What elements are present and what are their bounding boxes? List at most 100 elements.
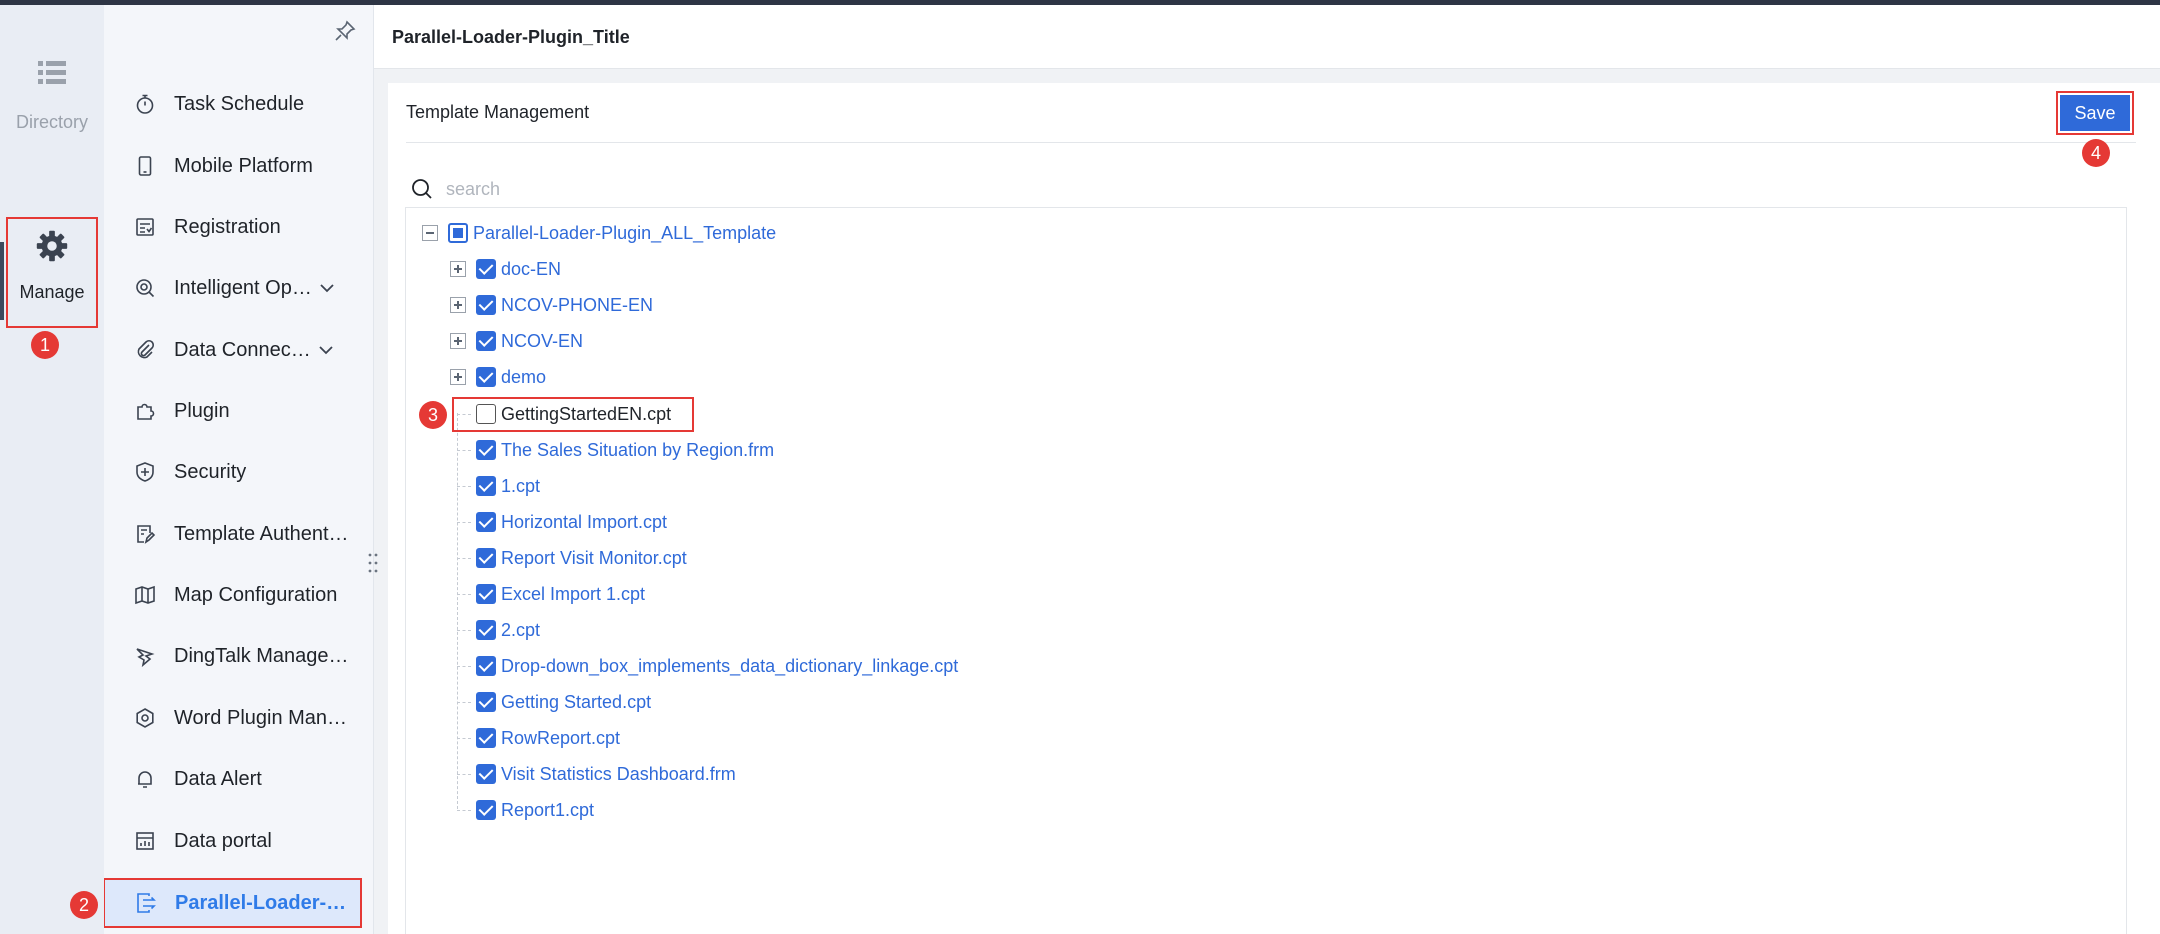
tree-file-label: Report1.cpt	[501, 799, 595, 820]
sidebar-item-partial[interactable]	[104, 5, 373, 43]
tree-file[interactable]: Report1.cpt	[476, 797, 594, 823]
tree-folder[interactable]: demo	[450, 364, 546, 390]
sidebar-item-intelligent-ops[interactable]: Intelligent Op…	[104, 259, 373, 317]
card-title: Template Management	[406, 102, 590, 122]
checkbox-checked[interactable]	[476, 512, 496, 532]
expand-icon[interactable]	[450, 369, 466, 385]
list-icon	[38, 61, 66, 84]
tree-guide-line	[457, 630, 471, 631]
checkbox-checked[interactable]	[476, 331, 496, 351]
checkbox-checked[interactable]	[476, 800, 496, 820]
sidebar-item-mobile-platform[interactable]: Mobile Platform	[104, 137, 373, 195]
tree-file[interactable]: RowReport.cpt	[476, 725, 620, 751]
parallel-loader-icon	[137, 893, 156, 913]
sidebar: Task Schedule Mobile Platform Registrati…	[104, 5, 374, 934]
tree-root[interactable]: Parallel-Loader-Plugin_ALL_Template	[422, 220, 776, 246]
tree-guide-line	[457, 558, 471, 559]
tree-file[interactable]: Getting Started.cpt	[476, 689, 651, 715]
expand-icon[interactable]	[450, 297, 466, 313]
tree-file[interactable]: 1.cpt	[476, 473, 540, 499]
expand-icon[interactable]	[450, 261, 466, 277]
sidebar-item-map-configuration[interactable]: Map Configuration	[104, 566, 373, 624]
tree-file[interactable]: Excel Import 1.cpt	[476, 581, 645, 607]
collapse-icon[interactable]	[422, 225, 438, 241]
search-icon	[412, 179, 432, 199]
checkbox-checked[interactable]	[476, 584, 496, 604]
checkbox-checked[interactable]	[476, 728, 496, 748]
rail-manage[interactable]: Manage	[6, 217, 98, 328]
save-button[interactable]: Save	[2056, 91, 2134, 135]
tree-file[interactable]: Horizontal Import.cpt	[476, 509, 667, 535]
registration-icon	[136, 218, 154, 236]
checkbox-checked[interactable]	[476, 367, 496, 387]
sidebar-item-word-plugin[interactable]: Word Plugin Man…	[104, 689, 373, 747]
sidebar-item-label: Word Plugin Man…	[174, 706, 348, 729]
sidebar-item-data-alert[interactable]: Data Alert	[104, 750, 373, 808]
tree-folder[interactable]: doc-EN	[450, 256, 561, 282]
paperclip-icon	[137, 339, 155, 359]
sidebar-item-plugin[interactable]: Plugin	[104, 382, 373, 440]
bell-icon	[138, 771, 152, 788]
checkbox-checked[interactable]	[476, 620, 496, 640]
chevron-down-icon[interactable]	[317, 341, 335, 359]
tree-folder[interactable]: NCOV-EN	[450, 328, 583, 354]
tree-file[interactable]: GettingStartedEN.cpt	[476, 401, 671, 427]
checkbox-unchecked[interactable]	[476, 404, 496, 424]
sidebar-item-task-schedule[interactable]: Task Schedule	[104, 75, 373, 133]
checkbox-checked[interactable]	[476, 259, 496, 279]
sidebar-item-label: Template Authent…	[174, 522, 349, 545]
sidebar-item-label: Registration	[174, 215, 281, 238]
resize-handle-icon[interactable]	[367, 552, 379, 574]
expand-icon[interactable]	[450, 333, 466, 349]
tree-root-label: Parallel-Loader-Plugin_ALL_Template	[473, 222, 777, 243]
checkbox-checked[interactable]	[476, 548, 496, 568]
sidebar-item-label: Map Configuration	[174, 583, 338, 606]
tree-file-label: 2.cpt	[501, 619, 541, 640]
sidebar-item-security[interactable]: Security	[104, 443, 373, 501]
gear-icon	[136, 708, 154, 728]
page-title: Parallel-Loader-Plugin_Title	[392, 27, 630, 47]
tree-file[interactable]: Drop-down_box_implements_data_dictionary…	[476, 653, 958, 679]
annotation-badge: 1	[31, 331, 59, 359]
annotation-badge: 4	[2082, 139, 2110, 167]
checkbox-checked[interactable]	[476, 295, 496, 315]
tree-file[interactable]: 2.cpt	[476, 617, 540, 643]
search-input[interactable]	[446, 178, 1046, 200]
chevron-down-icon[interactable]	[318, 279, 336, 297]
stopwatch-icon	[136, 94, 154, 114]
tree-file[interactable]: Report Visit Monitor.cpt	[476, 545, 687, 571]
tree-file-label: Drop-down_box_implements_data_dictionary…	[501, 655, 959, 676]
annotation-badge: 2	[70, 891, 98, 919]
intelligent-ops-icon	[136, 279, 155, 298]
tree-folder[interactable]: NCOV-PHONE-EN	[450, 292, 653, 318]
checkbox-partial[interactable]	[448, 223, 468, 243]
portal-icon	[136, 832, 154, 850]
mobile-icon	[138, 156, 152, 176]
checkbox-checked[interactable]	[476, 476, 496, 496]
checkbox-checked[interactable]	[476, 440, 496, 460]
checkbox-checked[interactable]	[476, 764, 496, 784]
dingtalk-icon	[136, 648, 155, 667]
sidebar-item-label: DingTalk Manage…	[174, 644, 349, 667]
sidebar-item-label: Data Alert	[174, 767, 262, 790]
tree-guide-line	[457, 774, 471, 775]
tree-file[interactable]: Visit Statistics Dashboard.frm	[476, 761, 736, 787]
tree-file[interactable]: The Sales Situation by Region.frm	[476, 437, 774, 463]
sidebar-item-label: Task Schedule	[174, 92, 305, 115]
sidebar-item-template-auth[interactable]: Template Authent…	[104, 505, 373, 563]
sidebar-item-dingtalk[interactable]: DingTalk Manage…	[104, 627, 373, 685]
tree-file-label: Getting Started.cpt	[501, 691, 652, 712]
sidebar-item-label: Mobile Platform	[174, 154, 313, 177]
sidebar-item-data-portal[interactable]: Data portal	[104, 812, 373, 870]
sidebar-item-parallel-loader[interactable]: Parallel-Loader-…	[104, 878, 362, 928]
sidebar-item-registration[interactable]: Registration	[104, 198, 373, 256]
shield-icon	[136, 462, 154, 482]
tree-folder-label: doc-EN	[501, 258, 562, 279]
checkbox-checked[interactable]	[476, 692, 496, 712]
puzzle-icon	[137, 403, 155, 420]
tree-guide-line	[457, 666, 471, 667]
sidebar-item-data-connection[interactable]: Data Connec…	[104, 321, 373, 379]
rail-directory[interactable]: Directory	[0, 53, 104, 133]
checkbox-checked[interactable]	[476, 656, 496, 676]
sidebar-item-label: Plugin	[174, 399, 230, 422]
